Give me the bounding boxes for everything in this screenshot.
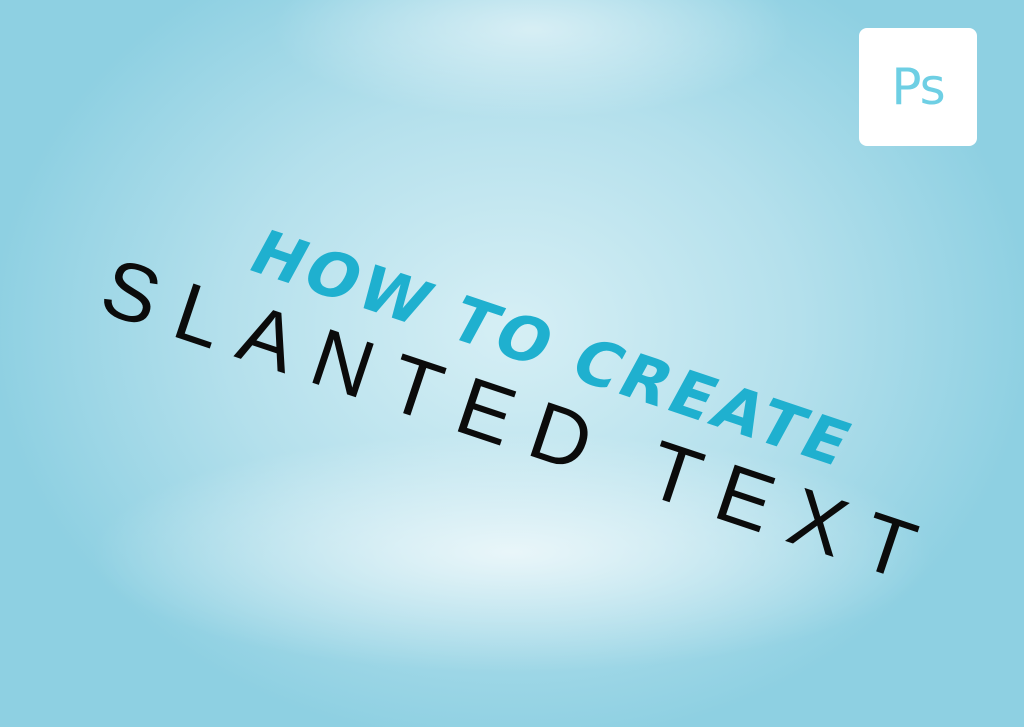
photoshop-logo-text: Ps [891, 58, 945, 116]
headline-line-2: SLANTED TEXT [90, 241, 948, 605]
thumbnail-canvas: Ps HOW TO CREATE SLANTED TEXT [0, 0, 1024, 727]
headline-line-1: HOW TO CREATE [237, 216, 868, 481]
photoshop-logo-icon: Ps [859, 28, 977, 146]
